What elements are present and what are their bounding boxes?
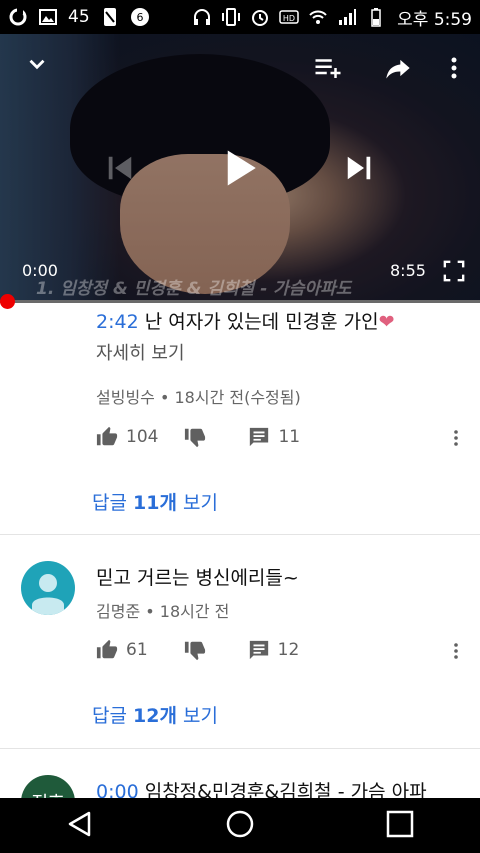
minimize-chevron-icon[interactable] [20,50,54,78]
status-bar: 45 6 HD 오후 5:59 [0,0,480,34]
home-icon[interactable] [225,809,255,843]
avatar[interactable]: 정후 [21,775,75,798]
thumbs-down-icon [184,641,205,661]
view-replies-link[interactable]: 답글 11개 보기 [92,488,218,515]
comment-timestamp-link[interactable]: 0:00 [96,781,139,798]
comment-text: 믿고 거르는 병신에리들~ [96,567,299,589]
reply-button[interactable]: 12 [248,639,300,661]
read-more-link[interactable]: 자세히 보기 [96,339,185,365]
comment-item: 2:42 난 여자가 있는데 민경훈 가인❤ 자세히 보기 설빙빙수 • 18시… [0,303,480,535]
reply-count: 11 [278,427,301,447]
thumbs-up-icon [96,639,118,659]
svg-text:6: 6 [136,11,143,24]
view-replies-link[interactable]: 답글 12개 보기 [92,701,218,728]
thumbs-up-icon [96,426,118,446]
comment-icon [250,427,269,447]
share-icon[interactable] [380,52,416,84]
avatar-text: 정후 [31,789,64,798]
dislike-button[interactable] [184,639,206,661]
comment-actions: 104 11 [96,426,300,448]
next-icon[interactable] [342,150,376,186]
default-avatar-icon [32,574,64,615]
reply-button[interactable]: 11 [248,426,300,448]
duration: 8:55 [390,261,426,280]
comment-icon [249,640,268,660]
comment-meta: 김명준 • 18시간 전 [96,602,230,621]
reply-count: 12 [277,640,300,660]
video-player[interactable]: 1. 임창정 & 민경훈 & 김희철 - 가슴아파도 0:00 8:55 [0,34,480,302]
comment-more-icon[interactable] [448,640,464,662]
comments-list[interactable]: 2:42 난 여자가 있는데 민경훈 가인❤ 자세히 보기 설빙빙수 • 18시… [0,303,480,798]
image-icon [38,7,58,27]
recents-icon[interactable] [385,809,415,843]
video-caption: 1. 임창정 & 민경훈 & 김희철 - 가슴아파도 [36,279,352,299]
current-time: 0:00 [22,261,58,280]
signal-icon [337,7,357,27]
comment-item: 믿고 거르는 병신에리들~ 김명준 • 18시간 전 61 12 답글 12개 … [0,535,480,749]
comment-actions: 61 12 [96,639,299,661]
previous-icon [104,150,136,186]
more-options-icon[interactable] [442,52,466,84]
heart-emoji: ❤ [378,311,395,333]
battery-icon [366,7,386,27]
hd-icon: HD [279,7,299,27]
notification-icon: 6 [130,7,150,27]
comment-timestamp-link[interactable]: 2:42 [96,311,139,333]
comment-text: 0:00 임창정&민경훈&김희철 - 가슴 아파 [96,777,427,798]
comment-more-icon[interactable] [448,427,464,449]
add-to-queue-icon[interactable] [310,52,346,84]
back-icon[interactable] [65,809,95,843]
headset-icon [192,7,212,27]
app-o-icon [8,7,28,27]
svg-text:HD: HD [283,14,295,23]
alarm-icon [250,7,270,27]
clock: 오후 5:59 [397,9,472,30]
wifi-icon [308,7,328,27]
signal-count: 45 [68,7,90,27]
thumbs-down-icon [185,428,206,448]
like-count: 104 [126,427,159,447]
fullscreen-icon[interactable] [441,258,467,284]
avatar[interactable] [21,561,75,615]
comment-item: 정후 0:00 임창정&민경훈&김희철 - 가슴 아파 [0,749,480,798]
like-count: 61 [126,640,148,660]
comment-meta: 설빙빙수 • 18시간 전(수정됨) [96,388,301,407]
vibrate-icon [221,7,241,27]
like-button[interactable]: 104 [96,426,158,448]
navigation-bar [0,798,480,853]
comment-text: 2:42 난 여자가 있는데 민경훈 가인❤ [96,311,395,333]
dislike-button[interactable] [184,426,206,448]
like-button[interactable]: 61 [96,639,148,661]
play-icon[interactable] [218,144,262,192]
screenshot-icon [100,7,120,27]
